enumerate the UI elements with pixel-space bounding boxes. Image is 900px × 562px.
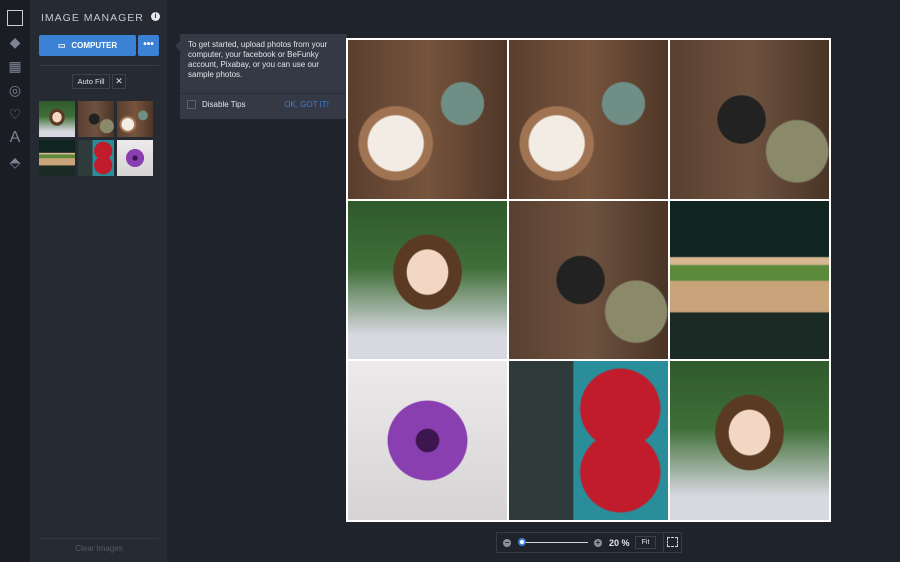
thumbnail[interactable] bbox=[78, 140, 114, 176]
divider bbox=[39, 65, 159, 66]
disable-tips-label[interactable]: Disable Tips bbox=[202, 100, 246, 109]
collage-cell[interactable] bbox=[509, 200, 668, 360]
thumbnail-list bbox=[39, 101, 153, 176]
more-sources-button[interactable]: ••• bbox=[138, 35, 159, 56]
thumbnail[interactable] bbox=[78, 101, 114, 137]
text-icon[interactable]: A bbox=[7, 130, 23, 146]
fullscreen-icon[interactable] bbox=[667, 537, 678, 547]
computer-button[interactable]: ▭ COMPUTER bbox=[39, 35, 136, 56]
panel-title: IMAGE MANAGER bbox=[41, 12, 144, 24]
divider bbox=[180, 93, 347, 94]
collage-cell[interactable] bbox=[348, 40, 507, 199]
info-icon[interactable]: i bbox=[151, 12, 160, 21]
collage-cell[interactable] bbox=[348, 361, 507, 520]
tip-text: To get started, upload photos from your … bbox=[188, 40, 328, 79]
zoom-in-button[interactable]: + bbox=[594, 539, 602, 547]
grid-icon[interactable]: ▦ bbox=[7, 58, 23, 74]
zoom-controls: − + 20 % Fit bbox=[496, 532, 682, 553]
collage-cell[interactable] bbox=[670, 200, 829, 360]
heart-icon[interactable]: ♡ bbox=[7, 106, 23, 122]
thumbnail[interactable] bbox=[117, 101, 153, 137]
collage-cell[interactable] bbox=[670, 361, 829, 520]
zoom-percent: 20 % bbox=[609, 538, 630, 548]
collage-cell[interactable] bbox=[509, 361, 668, 520]
monitor-icon: ▭ bbox=[57, 41, 66, 50]
collage-cell[interactable] bbox=[670, 40, 829, 199]
texture-icon[interactable]: ⬘ bbox=[7, 154, 23, 170]
computer-label: COMPUTER bbox=[71, 41, 118, 50]
close-button[interactable]: ✕ bbox=[112, 74, 126, 89]
fit-button[interactable]: Fit bbox=[635, 536, 656, 549]
tip-popover: To get started, upload photos from your … bbox=[175, 34, 347, 119]
zoom-out-button[interactable]: − bbox=[503, 539, 511, 547]
circle-icon[interactable]: ◎ bbox=[7, 82, 23, 98]
clear-images-button[interactable]: Clear Images bbox=[39, 538, 159, 553]
zoom-slider[interactable] bbox=[521, 542, 588, 543]
image-manager-panel: IMAGE MANAGER i ▭ COMPUTER ••• Auto Fill … bbox=[30, 0, 167, 562]
collage-cell[interactable] bbox=[509, 40, 668, 199]
thumbnail[interactable] bbox=[39, 140, 75, 176]
divider bbox=[663, 533, 664, 552]
thumbnail[interactable] bbox=[117, 140, 153, 176]
tool-rail: ◆ ▦ ◎ ♡ A ⬘ bbox=[0, 0, 30, 562]
ok-got-it-button[interactable]: OK, GOT IT! bbox=[284, 100, 329, 109]
image-icon[interactable] bbox=[7, 10, 23, 26]
brush-icon[interactable]: ◆ bbox=[7, 34, 23, 50]
collage-canvas[interactable] bbox=[346, 38, 831, 522]
zoom-slider-handle[interactable] bbox=[518, 538, 526, 546]
thumbnail[interactable] bbox=[39, 101, 75, 137]
collage-cell[interactable] bbox=[348, 200, 507, 360]
auto-fill-button[interactable]: Auto Fill bbox=[72, 74, 110, 89]
disable-tips-checkbox[interactable] bbox=[187, 100, 196, 109]
